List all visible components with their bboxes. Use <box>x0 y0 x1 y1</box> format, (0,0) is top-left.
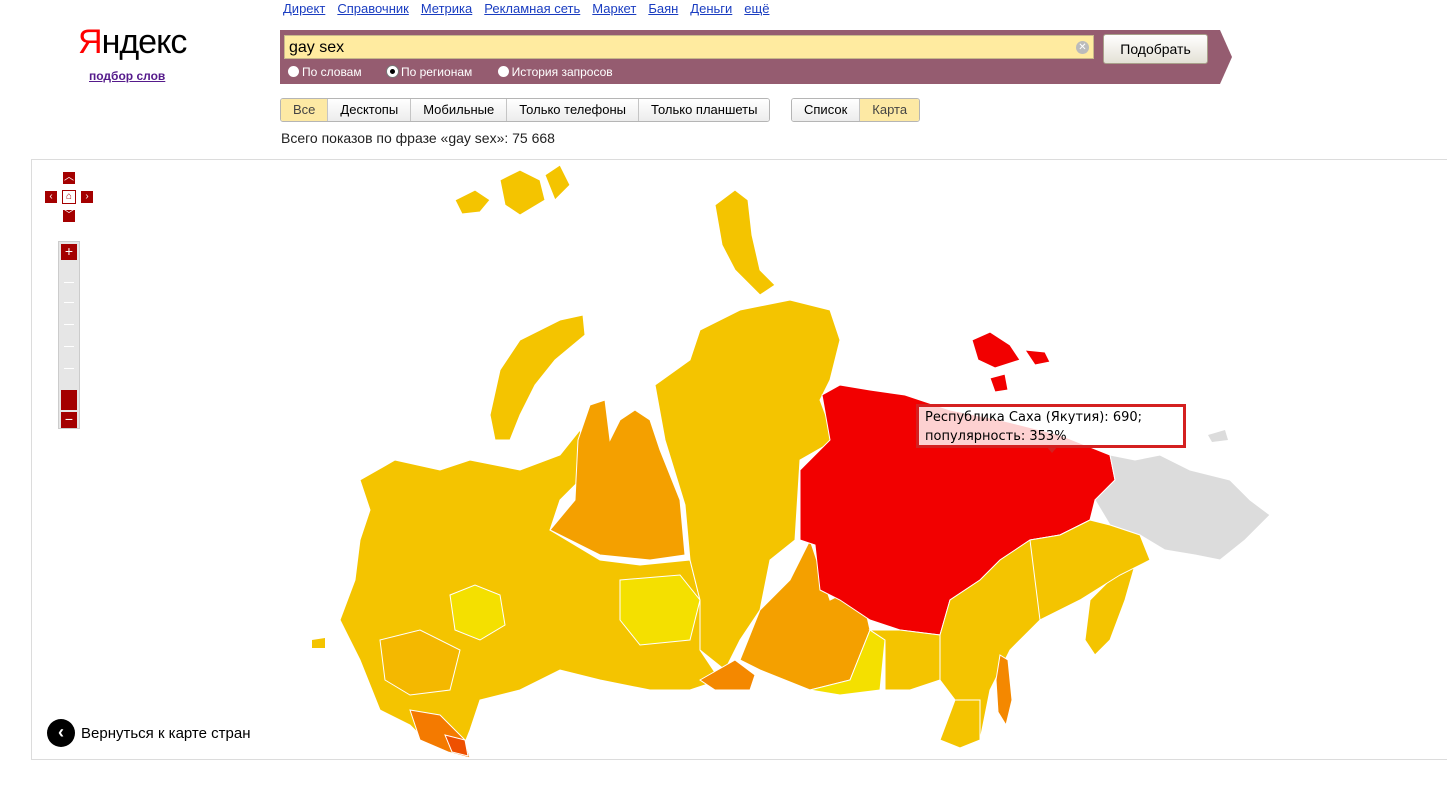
zoom-tick <box>64 302 74 303</box>
zoom-tick <box>64 282 74 283</box>
region-novosibirsk-islands <box>971 331 1051 393</box>
back-to-countries-link[interactable]: ‹ Вернуться к карте стран <box>47 719 250 747</box>
region-wrangel <box>1208 430 1228 442</box>
zoom-slider[interactable]: + − <box>58 241 80 429</box>
region-kola <box>489 314 586 441</box>
zoom-tick <box>64 346 74 347</box>
pan-up-button[interactable]: ︿ <box>62 171 76 185</box>
region-kaliningrad <box>312 638 325 648</box>
region-primorye <box>939 699 981 749</box>
back-label: Вернуться к карте стран <box>81 724 251 742</box>
tooltip-region-value: Республика Саха (Якутия): 690; <box>925 410 1143 425</box>
pan-down-button[interactable]: ﹀ <box>62 209 76 223</box>
zoom-handle[interactable] <box>61 390 77 410</box>
zoom-out-button[interactable]: − <box>61 412 77 428</box>
back-arrow-icon: ‹ <box>47 719 75 747</box>
region-tooltip: Республика Саха (Якутия): 690; популярно… <box>916 404 1186 448</box>
region-west-siberia-south <box>619 574 701 646</box>
home-icon[interactable]: ⌂ <box>62 190 76 204</box>
russia-map[interactable] <box>0 0 1447 785</box>
region-sakhalin <box>995 654 1013 727</box>
pan-right-button[interactable]: › <box>80 190 94 204</box>
tooltip-pointer <box>1046 446 1058 453</box>
tooltip-popularity: популярность: 353% <box>925 429 1067 444</box>
region-franz-josef <box>454 164 571 216</box>
region-novaya-zemlya <box>714 189 776 296</box>
pan-left-button[interactable]: ‹ <box>44 190 58 204</box>
zoom-tick <box>64 368 74 369</box>
zoom-tick <box>64 324 74 325</box>
zoom-in-button[interactable]: + <box>61 244 77 260</box>
